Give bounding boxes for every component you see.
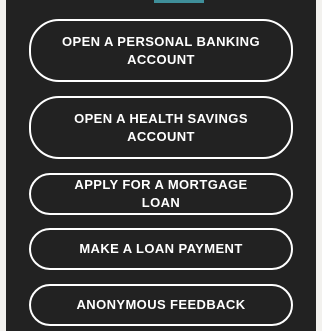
action-menu: OPEN A PERSONAL BANKING ACCOUNT OPEN A H…: [6, 0, 316, 331]
apply-for-mortgage-loan-button[interactable]: APPLY FOR A MORTGAGE LOAN: [29, 173, 293, 215]
anonymous-feedback-button[interactable]: ANONYMOUS FEEDBACK: [29, 284, 293, 326]
make-loan-payment-button[interactable]: MAKE A LOAN PAYMENT: [29, 228, 293, 270]
button-label: MAKE A LOAN PAYMENT: [79, 241, 243, 256]
button-label: OPEN A PERSONAL BANKING ACCOUNT: [62, 33, 260, 67]
open-health-savings-account-button[interactable]: OPEN A HEALTH SAVINGS ACCOUNT: [29, 96, 293, 159]
menu-panel: OPEN A PERSONAL BANKING ACCOUNT OPEN A H…: [6, 0, 316, 331]
button-label: ANONYMOUS FEEDBACK: [76, 297, 246, 312]
button-label: OPEN A HEALTH SAVINGS ACCOUNT: [74, 110, 248, 144]
button-label: APPLY FOR A MORTGAGE LOAN: [74, 177, 248, 210]
open-personal-banking-account-button[interactable]: OPEN A PERSONAL BANKING ACCOUNT: [29, 19, 293, 82]
